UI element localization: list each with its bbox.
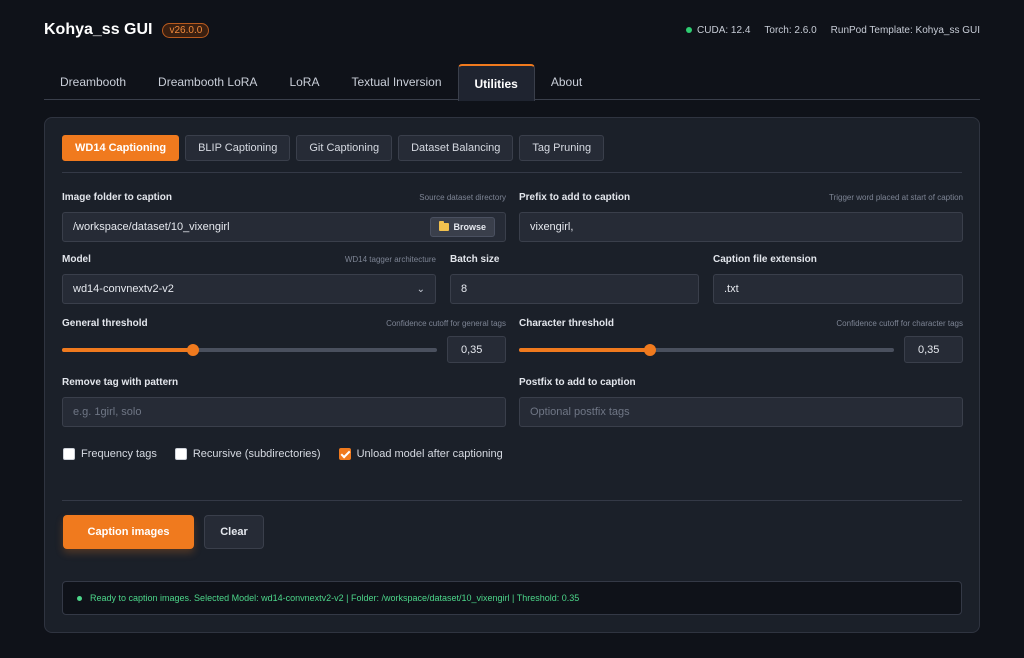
general-threshold-field: General threshold Confidence cutoff for …	[62, 318, 506, 363]
status-dot-icon	[686, 27, 693, 33]
image-folder-value: /workspace/dataset/10_vixengirl	[73, 221, 230, 233]
unload-model-label: Unload model after captioning	[356, 448, 503, 460]
brand: Kohya_ss GUI v26.0.0	[44, 21, 210, 39]
character-threshold-field: Character threshold Confidence cutoff fo…	[519, 318, 963, 363]
chevron-down-icon: ⌄	[416, 283, 425, 295]
divider	[62, 172, 962, 173]
browse-button[interactable]: Browse	[430, 217, 495, 237]
template-name: RunPod Template: Kohya_ss GUI	[830, 24, 980, 36]
model-value: wd14-convnextv2-v2	[73, 283, 174, 295]
subtab-blip-captioning[interactable]: BLIP Captioning	[185, 135, 291, 161]
clear-button[interactable]: Clear	[204, 515, 264, 549]
frequency-tags-checkbox[interactable]	[63, 448, 75, 460]
tab-dreambooth[interactable]: Dreambooth	[44, 64, 142, 100]
tab-utilities[interactable]: Utilities	[457, 64, 535, 101]
recursive-checkbox[interactable]	[174, 448, 187, 460]
subtab-git-captioning[interactable]: Git Captioning	[296, 135, 393, 161]
prefix-value: vixengirl,	[530, 221, 574, 233]
general-threshold-label: General threshold	[62, 318, 148, 329]
model-hint: WD14 tagger architecture	[344, 255, 436, 264]
sub-tabs: WD14 Captioning BLIP Captioning Git Capt…	[62, 135, 605, 161]
main-tabs: Dreambooth Dreambooth LoRA LoRA Textual …	[44, 64, 980, 101]
remove-tag-label: Remove tag with pattern	[62, 377, 179, 388]
character-threshold-handle[interactable]	[644, 343, 657, 356]
browse-label: Browse	[453, 222, 486, 232]
subtab-tag-pruning[interactable]: Tag Pruning	[519, 135, 605, 161]
app-header: Kohya_ss GUI v26.0.0 CUDA: 12.4 Torch: 2…	[44, 18, 980, 42]
prefix-label: Prefix to add to caption	[519, 192, 631, 203]
status-text: Ready to caption images. Selected Model:…	[90, 593, 580, 603]
image-folder-hint: Source dataset directory	[419, 193, 506, 202]
frequency-tags-label: Frequency tags	[81, 448, 157, 460]
options-checkboxes: Frequency tags Recursive (subdirectories…	[63, 448, 503, 460]
torch-version: Torch: 2.6.0	[764, 24, 817, 36]
character-threshold-slider[interactable]	[519, 343, 894, 356]
success-dot-icon	[77, 595, 82, 601]
status-message: Ready to caption images. Selected Model:…	[62, 581, 962, 615]
remove-tag-input[interactable]: e.g. 1girl, solo	[62, 397, 506, 427]
general-threshold-fill	[62, 347, 194, 352]
folder-icon	[439, 221, 450, 231]
image-folder-field: Image folder to caption Source dataset d…	[62, 192, 506, 242]
tab-lora[interactable]: LoRA	[273, 64, 335, 100]
tab-dreambooth-lora[interactable]: Dreambooth LoRA	[142, 64, 273, 100]
character-threshold-fill	[519, 347, 651, 352]
general-threshold-handle[interactable]	[187, 343, 200, 356]
recursive-option[interactable]: Recursive (subdirectories)	[174, 448, 321, 460]
subtab-dataset-balancing[interactable]: Dataset Balancing	[398, 135, 514, 161]
remove-tag-placeholder: e.g. 1girl, solo	[73, 406, 142, 418]
utilities-panel: WD14 Captioning BLIP Captioning Git Capt…	[44, 117, 980, 633]
caption-ext-input[interactable]: .txt	[713, 274, 963, 304]
batch-size-field: Batch size 8	[450, 254, 699, 304]
divider	[62, 500, 962, 501]
version-badge: v26.0.0	[162, 22, 210, 38]
general-threshold-input[interactable]: 0,35	[447, 336, 506, 363]
batch-size-input[interactable]: 8	[450, 274, 699, 304]
caption-ext-value: .txt	[724, 283, 739, 295]
caption-images-button[interactable]: Caption images	[63, 515, 194, 549]
caption-ext-field: Caption file extension .txt	[713, 254, 963, 304]
general-threshold-hint: Confidence cutoff for general tags	[386, 319, 506, 328]
unload-model-option[interactable]: Unload model after captioning	[338, 448, 503, 460]
frequency-tags-option[interactable]: Frequency tags	[63, 448, 157, 460]
prefix-field: Prefix to add to caption Trigger word pl…	[519, 192, 963, 242]
runtime-info: CUDA: 12.4 Torch: 2.6.0 RunPod Template:…	[686, 25, 980, 36]
general-threshold-slider[interactable]	[62, 343, 437, 356]
subtab-wd14-captioning[interactable]: WD14 Captioning	[62, 135, 180, 161]
character-threshold-label: Character threshold	[519, 318, 615, 329]
batch-size-label: Batch size	[450, 254, 500, 265]
model-select[interactable]: wd14-convnextv2-v2 ⌄	[62, 274, 436, 304]
caption-ext-label: Caption file extension	[713, 254, 817, 265]
model-field: Model WD14 tagger architecture wd14-conv…	[62, 254, 436, 304]
postfix-field: Postfix to add to caption Optional postf…	[519, 377, 963, 427]
app-title: Kohya_ss GUI	[44, 21, 153, 38]
character-threshold-input[interactable]: 0,35	[904, 336, 963, 363]
recursive-label: Recursive (subdirectories)	[192, 448, 321, 460]
image-folder-input[interactable]: /workspace/dataset/10_vixengirl Browse	[62, 212, 506, 242]
prefix-hint: Trigger word placed at start of caption	[829, 193, 963, 202]
tab-about[interactable]: About	[535, 64, 598, 100]
postfix-label: Postfix to add to caption	[519, 377, 636, 388]
batch-size-value: 8	[461, 283, 468, 295]
postfix-placeholder: Optional postfix tags	[530, 406, 630, 418]
prefix-input[interactable]: vixengirl,	[519, 212, 963, 242]
image-folder-label: Image folder to caption	[62, 192, 173, 203]
unload-model-checkbox[interactable]	[338, 448, 351, 460]
remove-tag-field: Remove tag with pattern e.g. 1girl, solo	[62, 377, 506, 427]
model-label: Model	[62, 254, 91, 265]
character-threshold-hint: Confidence cutoff for character tags	[836, 319, 963, 328]
cuda-version: CUDA: 12.4	[697, 24, 751, 36]
cuda-info: CUDA: 12.4	[686, 25, 750, 36]
tab-textual-inversion[interactable]: Textual Inversion	[335, 64, 457, 100]
postfix-input[interactable]: Optional postfix tags	[519, 397, 963, 427]
